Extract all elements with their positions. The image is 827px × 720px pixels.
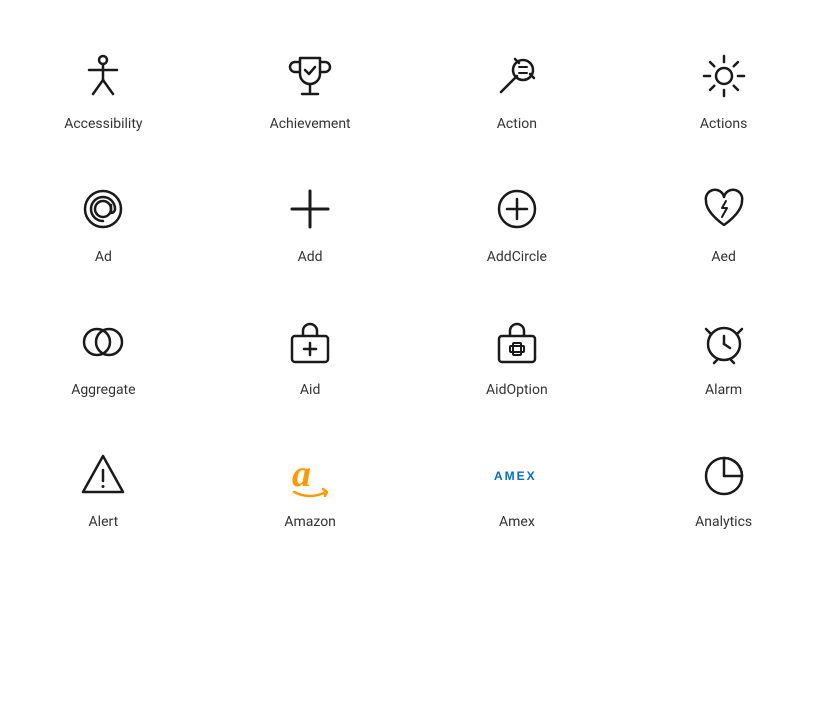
addcircle-icon: [491, 183, 543, 235]
aidoption-icon: [491, 316, 543, 368]
aggregate-icon: [77, 316, 129, 368]
actions-label: Actions: [700, 116, 747, 133]
icon-cell-amazon: a Amazon: [207, 418, 414, 551]
aidoption-label: AidOption: [486, 382, 548, 399]
svg-text:AMEX: AMEX: [494, 469, 537, 483]
icon-grid: Accessibility Achievement: [0, 0, 827, 571]
icon-cell-ad: Ad: [0, 153, 207, 286]
amazon-icon: a: [284, 448, 336, 500]
aid-label: Aid: [300, 382, 320, 399]
achievement-icon: [284, 50, 336, 102]
icon-cell-aggregate: Aggregate: [0, 286, 207, 419]
analytics-label: Analytics: [695, 514, 752, 531]
aid-icon: [284, 316, 336, 368]
addcircle-label: AddCircle: [487, 249, 547, 266]
svg-text:a: a: [292, 453, 311, 495]
icon-cell-aidoption: AidOption: [414, 286, 621, 419]
actions-icon: [698, 50, 750, 102]
icon-cell-alarm: Alarm: [620, 286, 827, 419]
aed-icon: [698, 183, 750, 235]
analytics-icon: [698, 448, 750, 500]
icon-cell-achievement: Achievement: [207, 20, 414, 153]
amazon-label: Amazon: [284, 514, 336, 531]
aggregate-label: Aggregate: [71, 382, 135, 399]
icon-cell-alert: Alert: [0, 418, 207, 551]
add-label: Add: [298, 249, 323, 266]
icon-cell-actions: Actions: [620, 20, 827, 153]
achievement-label: Achievement: [270, 116, 351, 133]
alert-icon: [77, 448, 129, 500]
add-icon: [284, 183, 336, 235]
icon-cell-action: Action: [414, 20, 621, 153]
action-label: Action: [497, 116, 537, 133]
icon-cell-amex: AMEX Amex: [414, 418, 621, 551]
ad-label: Ad: [95, 249, 112, 266]
amex-label: Amex: [499, 514, 535, 531]
icon-cell-analytics: Analytics: [620, 418, 827, 551]
amex-icon: AMEX: [491, 448, 543, 500]
icon-cell-add: Add: [207, 153, 414, 286]
action-icon: [491, 50, 543, 102]
icon-cell-addcircle: AddCircle: [414, 153, 621, 286]
alarm-label: Alarm: [705, 382, 742, 399]
icon-cell-aed: Aed: [620, 153, 827, 286]
icon-cell-aid: Aid: [207, 286, 414, 419]
icon-cell-accessibility: Accessibility: [0, 20, 207, 153]
alert-label: Alert: [89, 514, 119, 531]
aed-label: Aed: [711, 249, 735, 266]
ad-icon: [77, 183, 129, 235]
accessibility-label: Accessibility: [64, 116, 142, 133]
alarm-icon: [698, 316, 750, 368]
accessibility-icon: [77, 50, 129, 102]
